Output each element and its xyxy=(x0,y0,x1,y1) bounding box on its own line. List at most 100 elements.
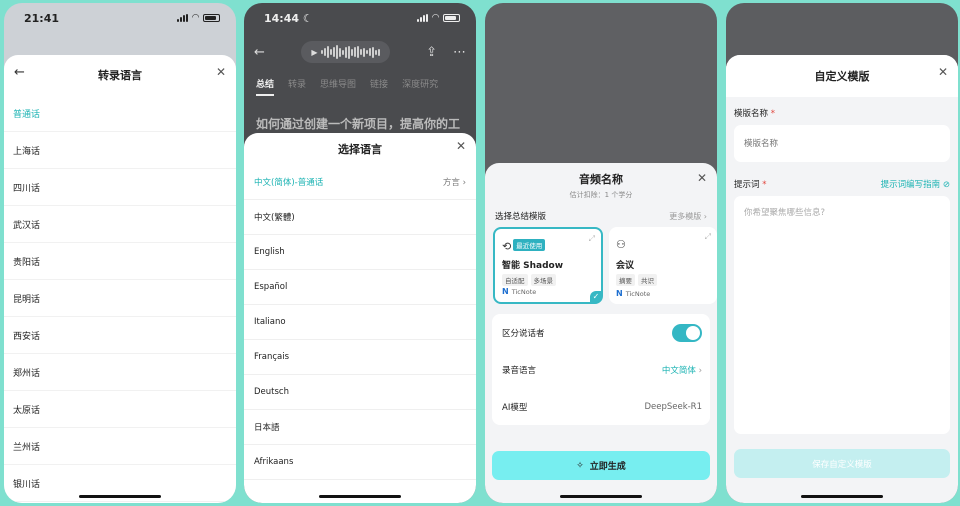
ai-model-row: AI模型 DeepSeek-R1 xyxy=(492,388,710,425)
save-template-button[interactable]: 保存自定义模版 xyxy=(734,449,950,478)
audio-player[interactable]: ▶ xyxy=(301,41,390,63)
language-item[interactable]: 中文(繁體) xyxy=(244,200,476,235)
recent-badge: 最近使用 xyxy=(513,239,546,251)
moon-icon: ☾ xyxy=(302,11,313,25)
ai-model-label: AI模型 xyxy=(502,402,528,413)
dialect-list: 普通话 上海话 四川话 武汉话 贵阳话 昆明话 西安话 郑州话 太原话 兰州话 银川话 xyxy=(4,95,236,502)
sheet-title: 转录语言 xyxy=(98,69,142,82)
recording-language-label: 录音语言 xyxy=(502,365,537,376)
tab-item[interactable]: 转录 xyxy=(288,77,306,96)
template-section-header: 选择总结模版 更多模版 › xyxy=(485,205,717,227)
recording-language-value: 中文简体 › xyxy=(661,365,702,376)
dialect-item[interactable]: 贵阳话 xyxy=(4,243,236,280)
wifi-icon: ◠ xyxy=(432,13,439,23)
speaker-toggle[interactable] xyxy=(672,323,702,342)
sheet-title: 音频名称 xyxy=(579,173,623,186)
share-icon[interactable]: ⇪ xyxy=(426,45,437,60)
close-icon[interactable]: ✕ xyxy=(938,65,948,79)
template-card-meeting[interactable]: ⚇ ⤢ 会议 摘要 共识 N TicNote xyxy=(609,227,717,304)
language-item[interactable]: Español xyxy=(244,270,476,305)
tab-item[interactable]: 思维导图 xyxy=(320,77,356,96)
sheet-title: 选择语言 xyxy=(338,143,382,156)
tag: 多场景 xyxy=(530,274,556,286)
sheet-header: ← 转录语言 ✕ xyxy=(4,55,236,95)
prompt-guide-link[interactable]: 提示词编写指南 ⊘ xyxy=(881,178,950,190)
sheet-header: 选择语言 ✕ xyxy=(244,133,476,165)
generate-button[interactable]: ✧ 立即生成 xyxy=(492,451,710,480)
language-label: Français xyxy=(254,352,290,362)
close-icon[interactable]: ✕ xyxy=(216,65,226,79)
language-label: 日本語 xyxy=(254,423,280,433)
close-icon[interactable]: ✕ xyxy=(456,139,466,153)
dialect-item[interactable]: 普通话 xyxy=(4,95,236,132)
compass-icon: ⊘ xyxy=(942,180,950,190)
dialect-link[interactable]: 方言 › xyxy=(443,176,466,188)
phone-audio-summary: 音频名称 估计扣除：1 个学分 ✕ 选择总结模版 更多模版 › ⟲ 最近使用 ⤢ … xyxy=(485,3,717,503)
brand-logo-icon: N xyxy=(502,287,509,296)
sheet-subtitle: 估计扣除：1 个学分 xyxy=(569,191,633,199)
sheet-header: 自定义模版 ✕ xyxy=(726,55,958,97)
tag: 自适配 xyxy=(502,274,528,286)
section-label: 选择总结模版 xyxy=(495,212,547,222)
template-tags: 自适配 多场景 xyxy=(502,274,594,286)
generate-button-label: 立即生成 xyxy=(589,462,626,472)
language-label: Deutsch xyxy=(254,387,289,397)
expand-icon[interactable]: ⤢ xyxy=(705,232,711,242)
brand-label: N TicNote xyxy=(616,289,651,298)
required-mark: * xyxy=(770,109,775,119)
chevron-right-icon: › xyxy=(698,365,702,376)
dialect-item[interactable]: 上海话 xyxy=(4,132,236,169)
language-item[interactable]: Afrikaans xyxy=(244,445,476,480)
sheet-header: 音频名称 估计扣除：1 个学分 ✕ xyxy=(485,163,717,205)
dialect-item[interactable]: 太原话 xyxy=(4,391,236,428)
chevron-right-icon: › xyxy=(459,178,466,188)
home-indicator xyxy=(319,495,401,498)
more-templates-link[interactable]: 更多模版 › xyxy=(669,211,707,222)
tab-item[interactable]: 总结 xyxy=(256,77,275,96)
dialect-item[interactable]: 四川话 xyxy=(4,169,236,206)
home-indicator xyxy=(801,495,883,498)
language-item[interactable]: 日本語 xyxy=(244,410,476,445)
custom-template-sheet: 自定义模版 ✕ 模版名称 * 提示词 * 提示词编写指南 ⊘ 你希望聚焦哪些信息… xyxy=(726,55,958,503)
language-item[interactable]: Italiano xyxy=(244,305,476,340)
tab-item[interactable]: 深度研究 xyxy=(402,77,438,96)
language-item[interactable]: 中文(简体)-普通话 方言 › xyxy=(244,165,476,200)
more-icon[interactable]: ⋯ xyxy=(453,45,466,60)
status-time: 14:44 ☾ xyxy=(264,11,313,25)
language-label: Afrikaans xyxy=(254,457,294,467)
template-name-label-row: 模版名称 * xyxy=(726,97,958,125)
dialect-item[interactable]: 武汉话 xyxy=(4,206,236,243)
phone-custom-template: 自定义模版 ✕ 模版名称 * 提示词 * 提示词编写指南 ⊘ 你希望聚焦哪些信息… xyxy=(726,3,958,503)
status-time: 21:41 xyxy=(24,11,60,25)
audio-summary-sheet: 音频名称 估计扣除：1 个学分 ✕ 选择总结模版 更多模版 › ⟲ 最近使用 ⤢ … xyxy=(485,163,717,503)
expand-icon[interactable]: ⤢ xyxy=(589,234,595,244)
template-card-smart-shadow[interactable]: ⟲ 最近使用 ⤢ 智能 Shadow 自适配 多场景 N TicNote ✓ xyxy=(493,227,603,304)
language-item[interactable]: English xyxy=(244,235,476,270)
dialect-item[interactable]: 昆明话 xyxy=(4,280,236,317)
prompt-textarea[interactable]: 你希望聚焦哪些信息? xyxy=(734,196,950,434)
dialect-item[interactable]: 西安话 xyxy=(4,317,236,354)
sheet-title: 自定义模版 xyxy=(814,70,870,83)
language-item[interactable]: Français xyxy=(244,340,476,375)
waveform xyxy=(320,45,380,59)
language-label: 中文(简体)-普通话 xyxy=(254,178,324,188)
back-arrow-icon[interactable]: ← xyxy=(254,45,265,60)
language-label: Italiano xyxy=(254,317,286,327)
phone-transcription-language: 21:41 ◠ ← 转录语言 ✕ 普通话 上海话 四川话 武汉话 贵阳话 昆明话 西安话 郑州… xyxy=(4,3,236,503)
brand-label: N TicNote xyxy=(502,287,537,296)
status-bar: 21:41 ◠ xyxy=(4,3,236,33)
close-icon[interactable]: ✕ xyxy=(697,171,707,185)
phone-select-language: 14:44 ☾ ◠ ← ▶ ⇪ ⋯ 总结 转录 思维导图 链接 深度研究 如何通过创建一… xyxy=(244,3,476,503)
tab-item[interactable]: 链接 xyxy=(370,77,388,96)
template-name-input[interactable] xyxy=(734,125,950,162)
speaker-row: 区分说话者 xyxy=(492,314,710,351)
signal-icon xyxy=(177,14,189,22)
play-icon[interactable]: ▶ xyxy=(311,48,317,57)
language-label: English xyxy=(254,247,285,257)
language-item[interactable]: Deutsch xyxy=(244,375,476,410)
battery-icon xyxy=(443,14,460,22)
dialect-item[interactable]: 郑州话 xyxy=(4,354,236,391)
back-arrow-icon[interactable]: ← xyxy=(14,65,25,80)
recording-language-row[interactable]: 录音语言 中文简体 › xyxy=(492,351,710,388)
dialect-item[interactable]: 兰州话 xyxy=(4,428,236,465)
